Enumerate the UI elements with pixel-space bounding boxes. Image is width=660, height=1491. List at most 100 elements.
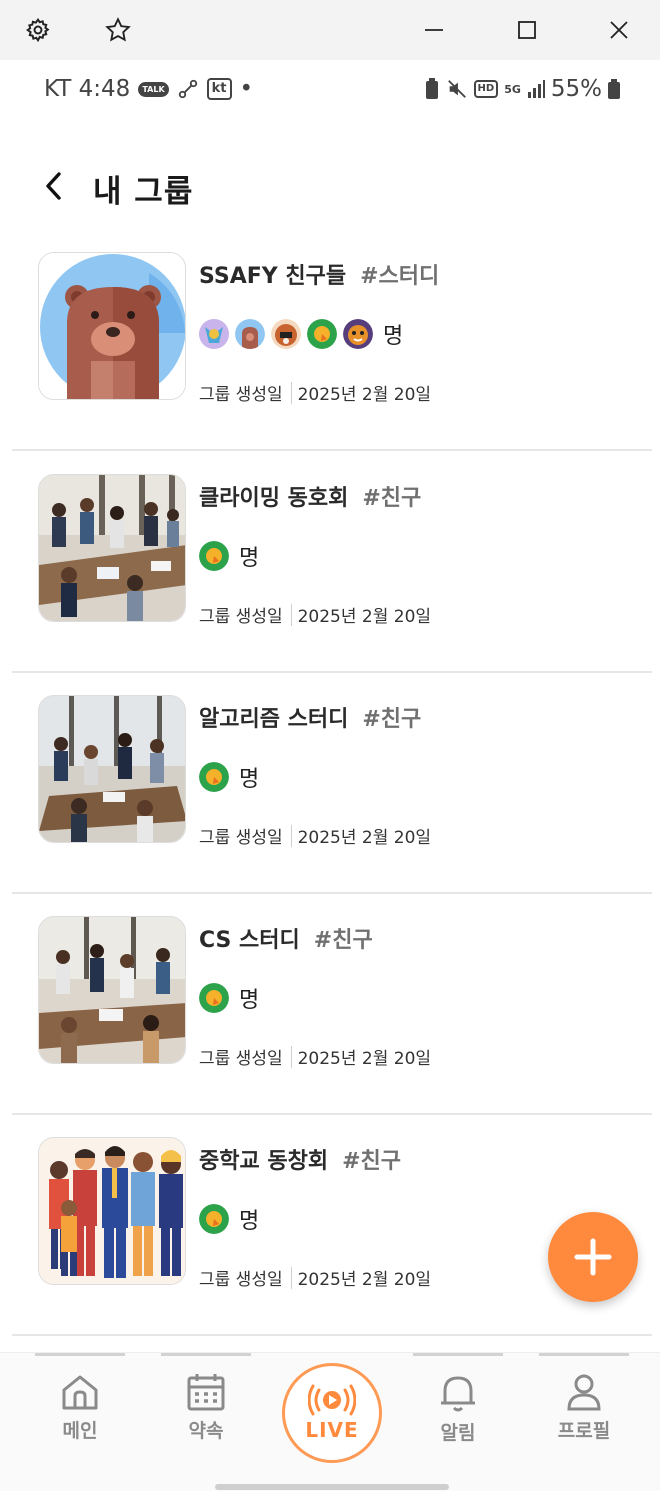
group-created-date: 그룹 생성일 2025년 2월 20일 bbox=[199, 1265, 431, 1290]
window-titlebar bbox=[0, 0, 660, 60]
date-divider bbox=[290, 1045, 292, 1068]
member-count-unit: 명 bbox=[239, 1209, 260, 1234]
nav-appointments-label: 약속 bbox=[188, 1420, 224, 1442]
date-value: 2025년 2월 20일 bbox=[297, 385, 432, 405]
member-avatars: 명 bbox=[199, 540, 259, 572]
add-group-button[interactable] bbox=[548, 1212, 638, 1302]
member-avatars: 명 bbox=[199, 1203, 259, 1235]
star-icon[interactable] bbox=[96, 8, 140, 52]
member-count-unit: 명 bbox=[239, 546, 260, 571]
maximize-icon[interactable] bbox=[505, 8, 549, 52]
group-name: CS 스터디 bbox=[199, 928, 300, 953]
group-list-item[interactable]: SSAFY 친구들 #스터디 명 그룹 생성일 2025년 2월 20일 bbox=[12, 230, 652, 451]
member-avatars: 명 bbox=[199, 761, 259, 793]
member-count-unit: 명 bbox=[239, 988, 260, 1013]
status-bar: KT 4:48 TALK kt • HD 5G 55% bbox=[0, 60, 660, 122]
home-indicator[interactable] bbox=[215, 1484, 449, 1490]
group-list-item[interactable]: 중학교 동창회 #친구 명 그룹 생성일 2025년 2월 20일 bbox=[12, 1115, 652, 1336]
member-count-unit: 명 bbox=[239, 767, 260, 792]
mute-icon bbox=[446, 78, 468, 100]
member-avatars: 명 bbox=[199, 982, 259, 1014]
minimize-icon[interactable] bbox=[412, 8, 456, 52]
page-title: 내 그룹 bbox=[93, 174, 194, 210]
plus-icon bbox=[574, 1238, 612, 1276]
battery-icon bbox=[608, 79, 620, 99]
member-avatar bbox=[199, 983, 229, 1013]
page-header: 내 그룹 bbox=[0, 150, 660, 226]
live-button[interactable]: LIVE bbox=[282, 1363, 382, 1463]
date-divider bbox=[290, 1266, 292, 1289]
date-value: 2025년 2월 20일 bbox=[297, 828, 432, 848]
nav-home[interactable]: 메인 bbox=[35, 1353, 125, 1453]
date-divider bbox=[290, 381, 292, 404]
live-broadcast-icon bbox=[308, 1384, 356, 1416]
member-avatar bbox=[199, 541, 229, 571]
date-value: 2025년 2월 20일 bbox=[297, 1270, 432, 1290]
bottom-navigation: 메인 약속 LIVE 알림 프로필 bbox=[0, 1352, 660, 1491]
group-name: 클라이밍 동호회 bbox=[199, 486, 349, 511]
battery-saver-icon bbox=[424, 78, 440, 100]
notification-dot: • bbox=[239, 76, 254, 102]
group-name: SSAFY 친구들 bbox=[199, 264, 347, 289]
group-thumbnail bbox=[38, 695, 186, 843]
date-divider bbox=[290, 603, 292, 626]
group-tag: #친구 bbox=[362, 486, 422, 511]
close-icon[interactable] bbox=[597, 8, 641, 52]
group-name: 중학교 동창회 bbox=[199, 1149, 329, 1174]
signal-icon bbox=[527, 80, 545, 98]
member-avatar bbox=[199, 319, 229, 349]
group-list-item[interactable]: 알고리즘 스터디 #친구 명 그룹 생성일 2025년 2월 20일 bbox=[12, 673, 652, 894]
date-label: 그룹 생성일 bbox=[199, 828, 283, 848]
nav-appointments[interactable]: 약속 bbox=[161, 1353, 251, 1453]
link-icon bbox=[177, 78, 199, 100]
group-name: 알고리즘 스터디 bbox=[199, 707, 349, 732]
member-avatars: 명 bbox=[199, 318, 403, 350]
group-tag: #친구 bbox=[342, 1149, 402, 1174]
group-created-date: 그룹 생성일 2025년 2월 20일 bbox=[199, 823, 431, 848]
calendar-icon bbox=[187, 1374, 225, 1411]
date-label: 그룹 생성일 bbox=[199, 607, 283, 627]
nav-alerts[interactable]: 알림 bbox=[413, 1353, 503, 1453]
group-tag: #친구 bbox=[362, 707, 422, 732]
network-5g-icon: 5G bbox=[504, 82, 521, 96]
hd-voice-icon: HD bbox=[473, 80, 499, 98]
bell-icon bbox=[441, 1376, 475, 1412]
group-list-item[interactable]: CS 스터디 #친구 명 그룹 생성일 2025년 2월 20일 bbox=[12, 894, 652, 1115]
member-avatar bbox=[271, 319, 301, 349]
date-value: 2025년 2월 20일 bbox=[297, 607, 432, 627]
member-avatar bbox=[307, 319, 337, 349]
group-thumbnail bbox=[38, 916, 186, 1064]
kt-badge-icon: kt bbox=[206, 78, 232, 100]
nav-home-label: 메인 bbox=[62, 1420, 98, 1442]
live-label: LIVE bbox=[305, 1418, 359, 1442]
app-window: KT 4:48 TALK kt • HD 5G 55% 내 그룹 SSAFY 친… bbox=[0, 0, 660, 1491]
kakaotalk-icon: TALK bbox=[138, 81, 169, 97]
home-icon bbox=[62, 1375, 98, 1410]
group-tag: #친구 bbox=[313, 928, 373, 953]
group-created-date: 그룹 생성일 2025년 2월 20일 bbox=[199, 602, 431, 627]
date-label: 그룹 생성일 bbox=[199, 1270, 283, 1290]
battery-percent: 55% bbox=[550, 76, 602, 102]
carrier-time: KT 4:48 bbox=[44, 76, 131, 102]
nav-profile[interactable]: 프로필 bbox=[539, 1353, 629, 1453]
group-tag: #스터디 bbox=[360, 264, 440, 289]
member-avatar bbox=[343, 319, 373, 349]
member-avatar bbox=[199, 762, 229, 792]
chevron-left-icon[interactable] bbox=[34, 164, 74, 208]
nav-alerts-label: 알림 bbox=[440, 1422, 476, 1444]
date-label: 그룹 생성일 bbox=[199, 1049, 283, 1069]
profile-icon bbox=[567, 1374, 601, 1411]
group-created-date: 그룹 생성일 2025년 2월 20일 bbox=[199, 380, 431, 405]
group-list-item[interactable]: 클라이밍 동호회 #친구 명 그룹 생성일 2025년 2월 20일 bbox=[12, 452, 652, 673]
date-value: 2025년 2월 20일 bbox=[297, 1049, 432, 1069]
date-divider bbox=[290, 824, 292, 847]
group-thumbnail bbox=[38, 1137, 186, 1285]
group-thumbnail bbox=[38, 474, 186, 622]
member-avatar bbox=[199, 1204, 229, 1234]
group-created-date: 그룹 생성일 2025년 2월 20일 bbox=[199, 1044, 431, 1069]
settings-icon[interactable] bbox=[16, 8, 60, 52]
date-label: 그룹 생성일 bbox=[199, 385, 283, 405]
member-avatar bbox=[235, 319, 265, 349]
group-thumbnail bbox=[38, 252, 186, 400]
member-count-unit: 명 bbox=[383, 324, 404, 349]
